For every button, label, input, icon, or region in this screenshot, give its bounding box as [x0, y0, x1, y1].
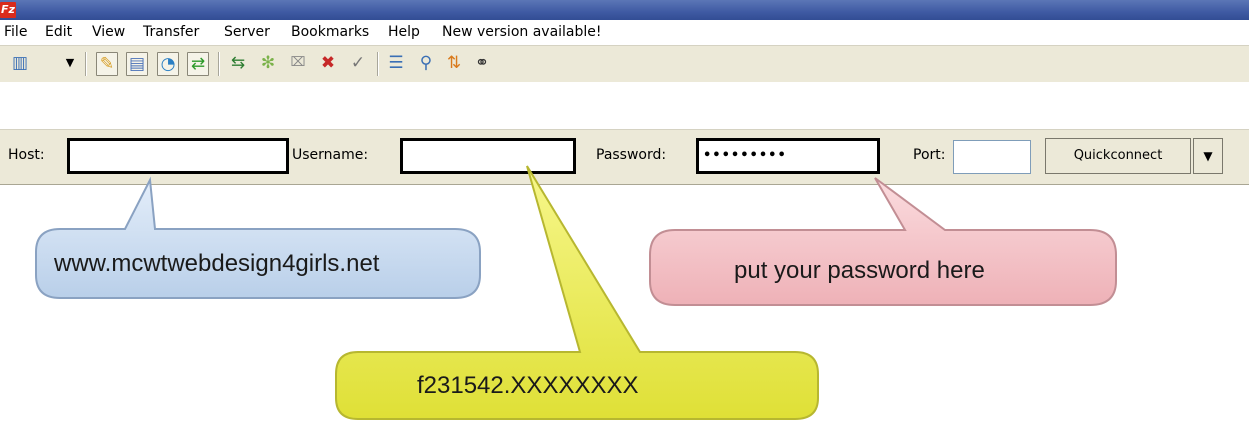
menu-view[interactable]: View [92, 24, 125, 40]
message-log-icon[interactable]: ✎ [96, 52, 118, 76]
host-callout-bubble [35, 176, 481, 299]
search-icon[interactable]: ⚭ [472, 52, 492, 74]
filter-icon[interactable]: ☰ [386, 52, 406, 74]
host-label: Host: [8, 147, 45, 163]
password-label: Password: [596, 147, 667, 163]
quickconnect-button[interactable]: Quickconnect [1045, 138, 1191, 174]
reconnect-icon[interactable]: ✓ [348, 52, 368, 74]
port-input[interactable] [953, 140, 1031, 174]
host-input[interactable] [67, 138, 289, 174]
password-input[interactable]: ••••••••• [696, 138, 880, 174]
cancel-icon[interactable]: ⌧ [288, 52, 308, 74]
remote-tree-icon[interactable]: ◔ [157, 52, 179, 76]
sync-browse-icon[interactable]: ⇅ [444, 52, 464, 74]
username-callout-text: f231542.XXXXXXXX [417, 372, 639, 399]
toolbar: ▥ ▼ ✎ ▤ ◔ ⇄ ⇆ ✻ ⌧ ✖ ✓ ☰ ⚲ ⇅ ⚭ [0, 45, 1249, 82]
password-callout-text: put your password here [734, 257, 985, 284]
refresh-icon[interactable]: ⇆ [228, 52, 248, 74]
toolbar-separator [218, 52, 220, 76]
quickconnect-dropdown-button[interactable]: ▼ [1193, 138, 1223, 174]
disconnect-icon[interactable]: ✖ [318, 52, 338, 74]
username-input[interactable] [400, 138, 576, 174]
menu-transfer[interactable]: Transfer [143, 24, 199, 40]
menu-help[interactable]: Help [388, 24, 420, 40]
local-tree-icon[interactable]: ▤ [126, 52, 148, 76]
compare-icon[interactable]: ⚲ [416, 52, 436, 74]
process-queue-icon[interactable]: ✻ [258, 52, 278, 74]
site-manager-icon[interactable]: ▥ [10, 52, 30, 74]
host-callout-text: www.mcwtwebdesign4girls.net [54, 250, 380, 277]
toolbar-separator [377, 52, 379, 76]
dropdown-arrow-icon[interactable]: ▼ [60, 52, 80, 74]
menu-server[interactable]: Server [224, 24, 270, 40]
menu-new-version[interactable]: New version available! [442, 24, 602, 40]
title-bar: Fz [0, 0, 1249, 20]
password-callout-bubble [649, 177, 1117, 306]
menu-bar: File Edit View Transfer Server Bookmarks… [0, 20, 1249, 45]
transfer-queue-icon[interactable]: ⇄ [187, 52, 209, 76]
menu-edit[interactable]: Edit [45, 24, 72, 40]
filezilla-app-icon[interactable]: Fz [0, 2, 16, 18]
menu-file[interactable]: File [4, 24, 27, 40]
toolbar-separator [85, 52, 87, 76]
menu-bookmarks[interactable]: Bookmarks [291, 24, 369, 40]
port-label: Port: [913, 147, 946, 163]
username-label: Username: [292, 147, 369, 163]
